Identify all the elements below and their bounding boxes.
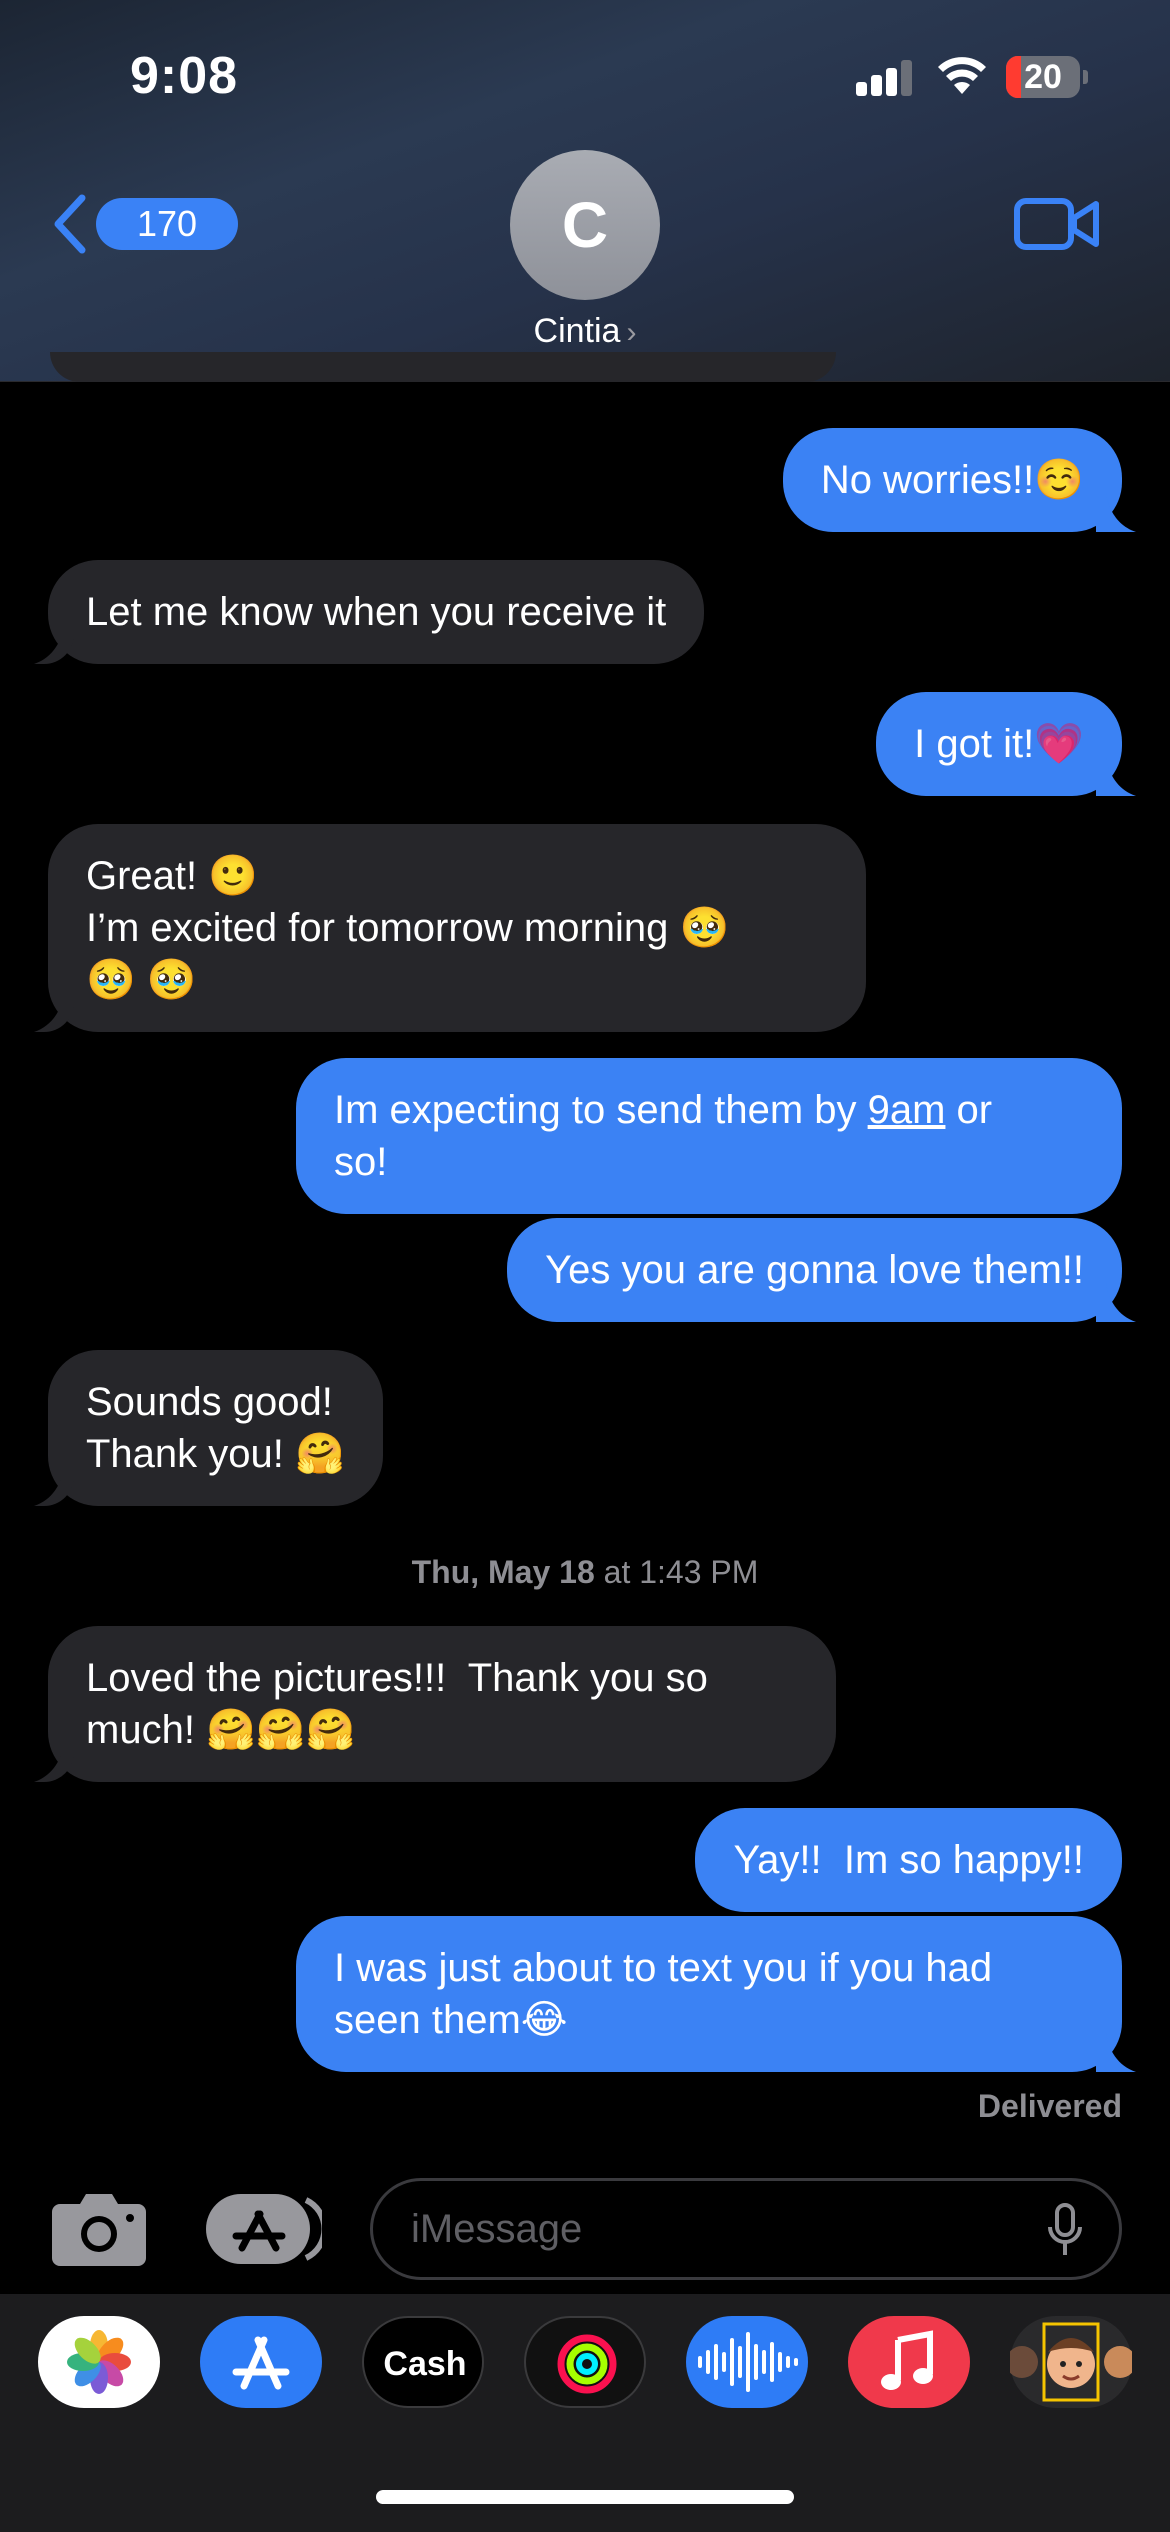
camera-icon[interactable] [52,2190,146,2266]
timestamp-day: Thu, May 18 [411,1554,595,1590]
time-link[interactable]: 9am [868,1088,946,1132]
battery-percent: 20 [1024,58,1062,96]
apple-cash-label: Cash [383,2345,467,2383]
message-bubble-sent[interactable]: Yay!! Im so happy!! [695,1808,1122,1912]
photos-app-icon[interactable] [38,2316,160,2408]
delivery-status: Delivered [977,2088,1122,2124]
message-timestamp: Thu, May 18 at 1:43 PM [0,1554,1170,1591]
cellular-signal-icon [856,60,914,96]
status-time: 9:08 [130,47,239,105]
message-bubble-received[interactable]: Sounds good! Thank you! 🤗 [48,1350,383,1506]
microphone-icon[interactable] [1047,2203,1083,2257]
message-bubble-received[interactable]: Loved the pictures!!! Thank you so much!… [48,1626,836,1782]
timestamp-time: at 1:43 PM [594,1554,759,1590]
contact-avatar[interactable]: C [510,150,660,300]
chevron-right-icon: › [626,316,637,349]
message-thread[interactable]: No worries!!☺️ Let me know when you rece… [0,352,1170,2152]
app-store-icon[interactable] [206,2194,322,2264]
fitness-app-icon[interactable] [524,2316,646,2408]
waveform-icon [698,2332,798,2392]
message-bubble-sent[interactable]: Yes you are gonna love them!! [507,1218,1122,1322]
unread-count-badge: 170 [96,198,238,250]
apple-cash-app-icon[interactable]: Cash [362,2316,484,2408]
music-note-icon [881,2330,933,2390]
message-bubble-sent[interactable]: No worries!!☺️ [782,428,1122,532]
chevron-left-icon [54,194,86,254]
message-text: Im expecting to send them by [334,1088,868,1132]
contact-name-button[interactable]: Cintia › [0,312,1170,351]
message-input[interactable]: iMessage [370,2178,1122,2280]
message-input-placeholder: iMessage [411,2207,583,2251]
memoji-app-icon[interactable] [1010,2316,1132,2408]
video-camera-icon[interactable] [1014,194,1100,254]
app-store-glyph-icon [232,2336,290,2390]
photos-flower-icon [67,2330,131,2394]
contact-name: Cintia [533,312,621,350]
memoji-face-icon [1010,2322,1132,2402]
audio-message-app-icon[interactable] [686,2316,808,2408]
activity-rings-icon [557,2334,617,2394]
partial-message-bubble [50,352,836,382]
battery-indicator: 20 [1006,56,1088,98]
message-bubble-received[interactable]: Let me know when you receive it [48,560,705,664]
message-bubble-received[interactable]: Great! 🙂 I’m excited for tomorrow mornin… [48,824,866,1032]
app-store-app-icon[interactable] [200,2316,322,2408]
back-button[interactable]: 170 [48,188,238,260]
message-bubble-sent[interactable]: I was just about to text you if you had … [296,1916,1122,2072]
message-bubble-sent[interactable]: Im expecting to send them by 9am or so! [296,1058,1122,1214]
conversation-header: 9:08 20 170 C Cintia › [0,0,1170,382]
wifi-icon [938,57,986,94]
home-indicator[interactable] [376,2490,794,2504]
music-app-icon[interactable] [848,2316,970,2408]
message-bubble-sent[interactable]: I got it!💗 [876,692,1122,796]
